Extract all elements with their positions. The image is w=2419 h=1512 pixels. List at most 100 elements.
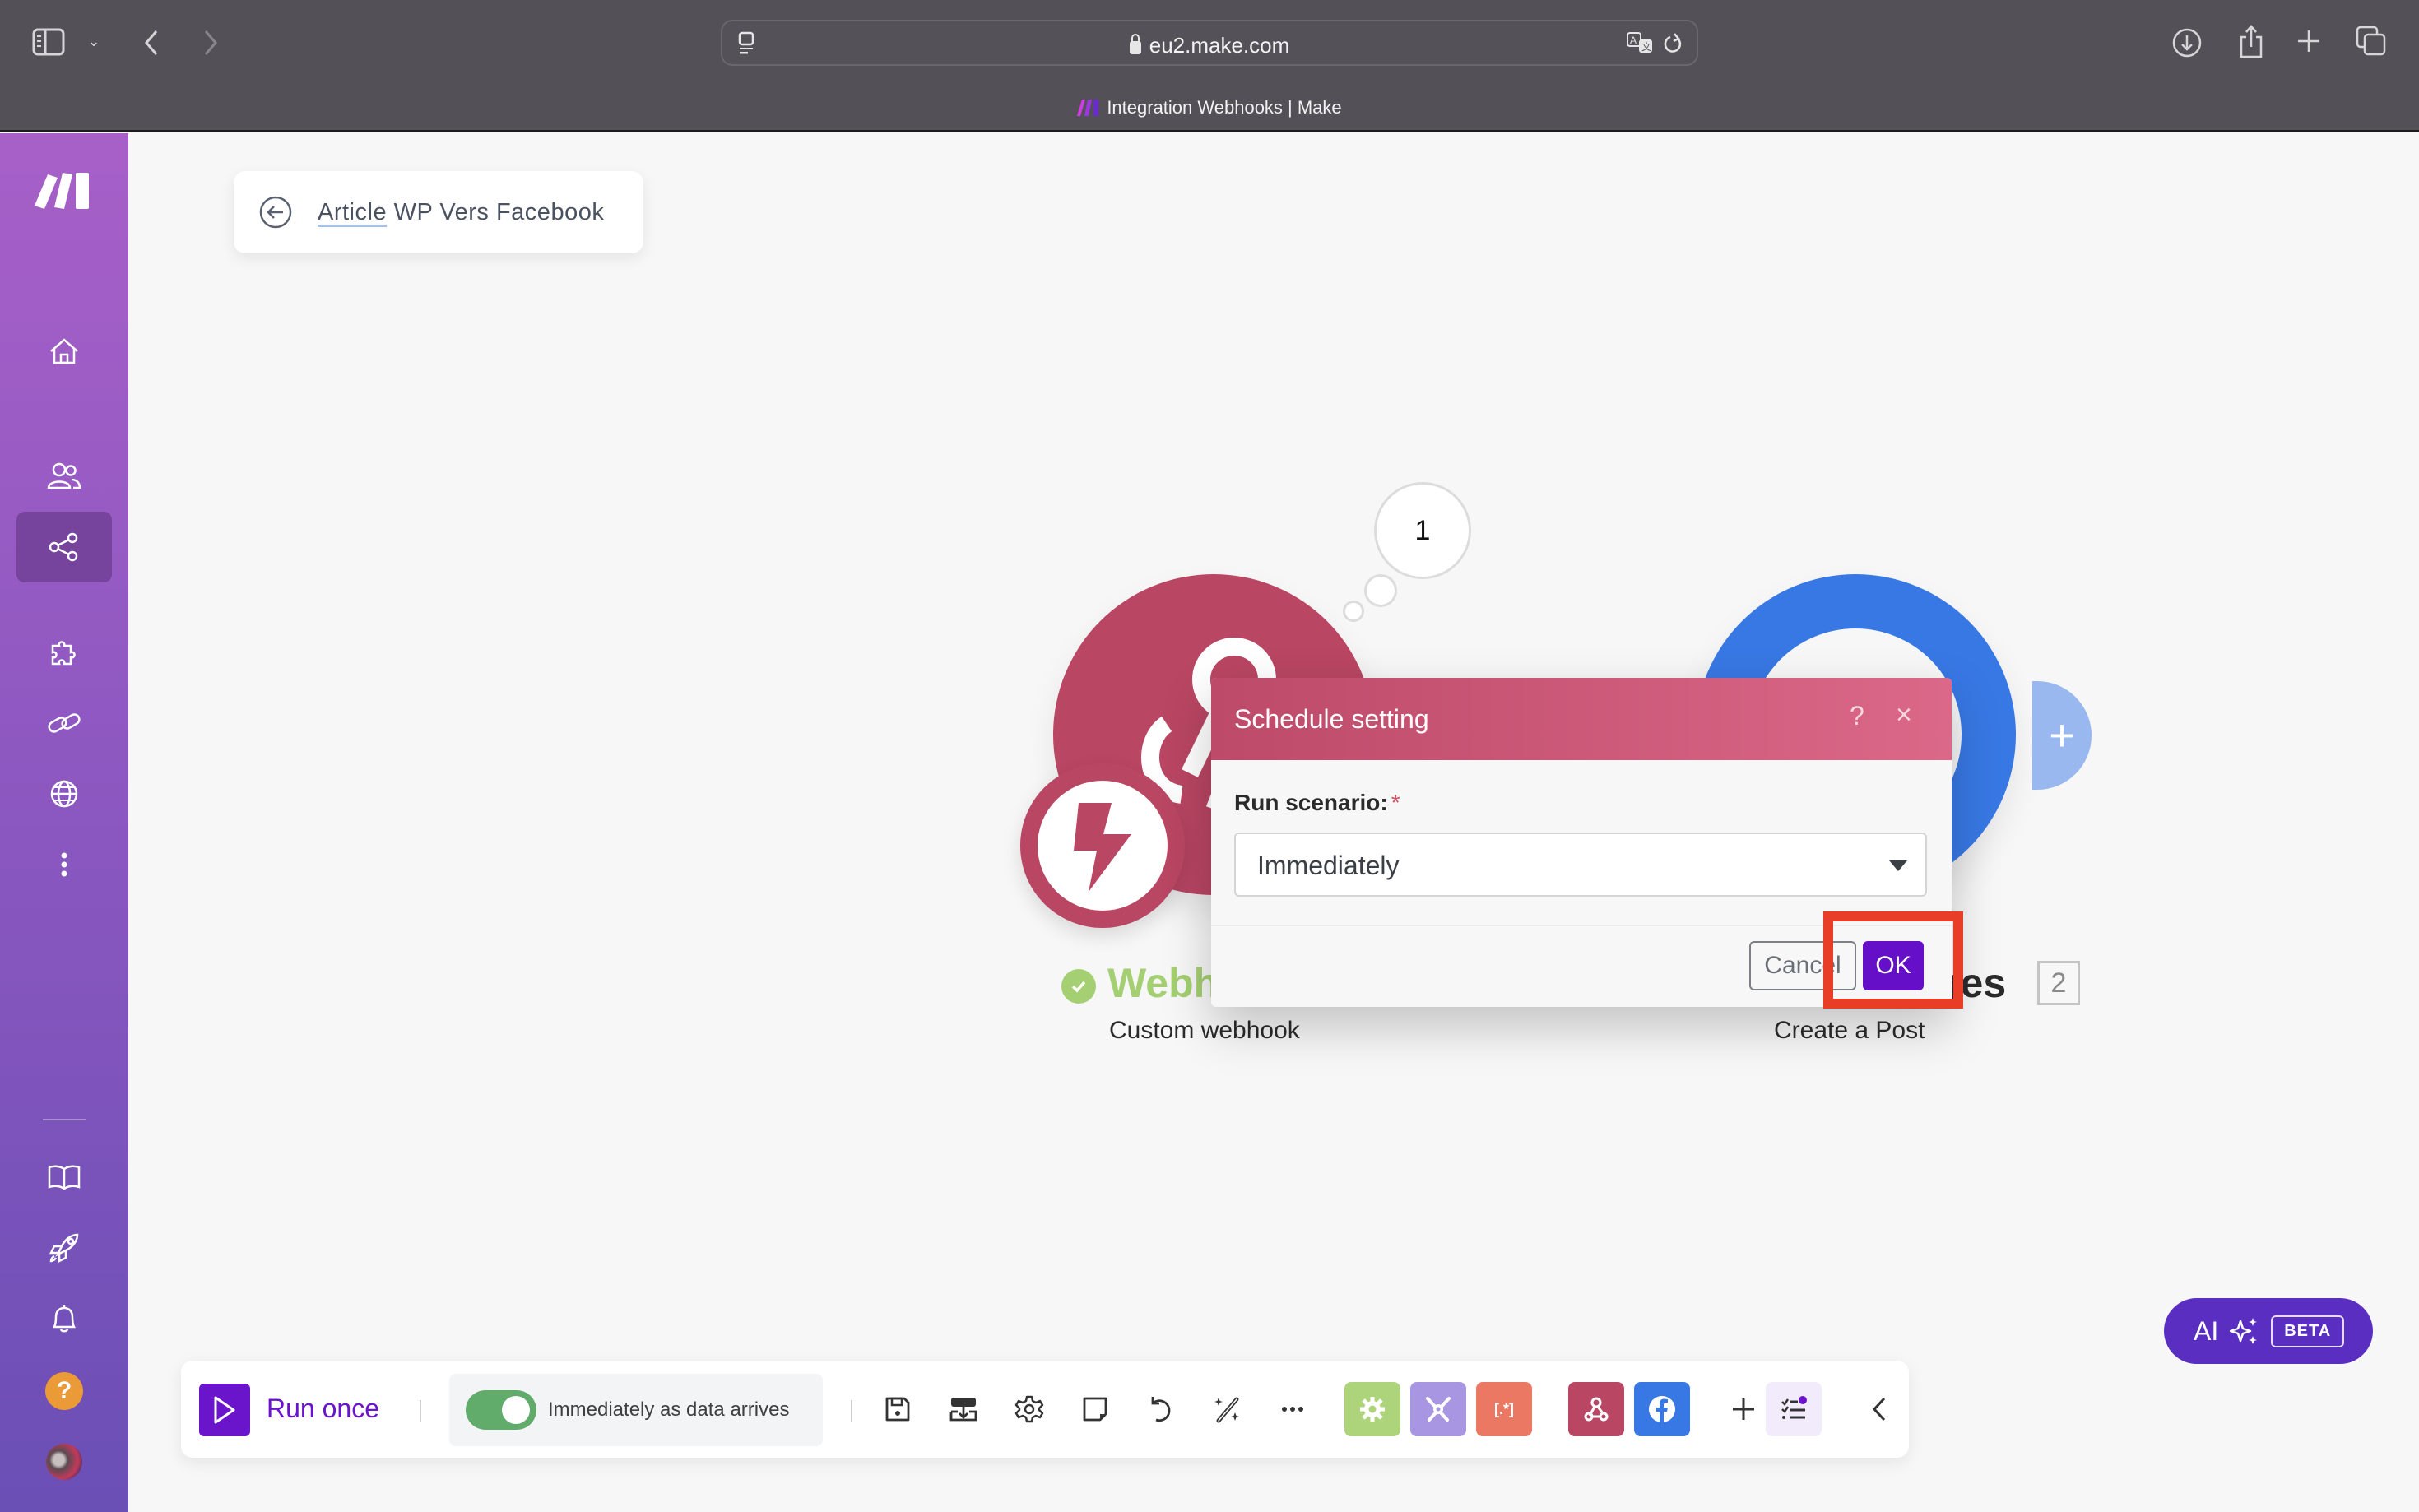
settings-icon[interactable] — [1009, 1389, 1050, 1430]
sidebar-item-more[interactable] — [16, 829, 112, 900]
toolbar-separator — [851, 1400, 852, 1422]
run-once-button[interactable] — [199, 1384, 250, 1436]
help-icon: ? — [45, 1372, 83, 1410]
import-blueprint-icon[interactable] — [943, 1389, 984, 1430]
webhook-icon — [1584, 1397, 1609, 1422]
back-icon[interactable] — [138, 25, 165, 61]
sidebar-item-webhooks[interactable] — [16, 758, 112, 829]
more-horizontal-icon[interactable] — [1272, 1389, 1313, 1430]
close-icon[interactable]: × — [1896, 699, 1912, 731]
webhooks-app-button[interactable] — [1568, 1382, 1624, 1436]
sidebar-item-whats-new[interactable] — [16, 1213, 112, 1283]
run-scenario-select[interactable]: Immediately — [1234, 833, 1927, 897]
new-tab-icon[interactable] — [2292, 25, 2325, 58]
sidebar-item-team[interactable] — [16, 441, 112, 512]
plus-icon — [1733, 1398, 1754, 1420]
make-favicon-icon — [1077, 100, 1099, 116]
chevron-down-icon[interactable]: ⌄ — [86, 33, 102, 49]
facebook-pages-app-button[interactable] — [1634, 1382, 1690, 1436]
annotation-highlight — [1823, 911, 1963, 1009]
globe-icon — [50, 780, 78, 808]
home-icon — [50, 338, 78, 364]
notes-icon[interactable] — [1075, 1389, 1116, 1430]
add-module-button[interactable]: + — [2008, 681, 2092, 790]
reload-icon[interactable] — [1660, 30, 1687, 58]
help-icon[interactable]: ? — [1850, 701, 1864, 731]
caret-down-icon — [1889, 860, 1907, 871]
scheduling-toggle[interactable] — [466, 1390, 536, 1430]
ai-label: AI — [2194, 1315, 2219, 1346]
share-nodes-icon — [49, 532, 78, 562]
run-once-label[interactable]: Run once — [267, 1394, 379, 1424]
share-icon[interactable] — [2233, 21, 2269, 61]
facebook-module-subtitle: Create a Post — [1774, 1017, 1925, 1044]
add-app-button[interactable] — [1723, 1389, 1764, 1430]
play-icon — [214, 1396, 235, 1424]
run-scenario-label: Run scenario: * — [1234, 790, 1400, 815]
dialog-header: Schedule setting ? × — [1211, 678, 1952, 760]
active-tab[interactable]: Integration Webhooks | Make — [0, 97, 2419, 118]
address-bar[interactable]: eu2.make.com A文 — [721, 20, 1698, 66]
collapse-toolbar-button[interactable] — [1860, 1389, 1901, 1430]
translate-icon[interactable]: A文 — [1624, 30, 1657, 58]
sidebar-toggle-icon[interactable] — [31, 26, 66, 58]
link-icon — [48, 713, 81, 733]
tab-title-text: Integration Webhooks | Make — [1107, 97, 1342, 118]
schedule-control: Immediately as data arrives — [449, 1374, 823, 1446]
sparkles-icon — [2230, 1318, 2258, 1344]
rocket-icon — [49, 1233, 79, 1264]
sidebar-item-profile[interactable] — [16, 1426, 112, 1497]
tabs-overview-icon[interactable] — [2353, 23, 2389, 59]
checklist-button[interactable] — [1766, 1382, 1822, 1436]
download-icon[interactable] — [2169, 25, 2205, 61]
sidebar-divider — [43, 1119, 86, 1120]
operations-count-bubble[interactable]: 1 — [1374, 482, 1471, 579]
facebook-icon — [1649, 1396, 1675, 1422]
auto-align-icon[interactable] — [1206, 1389, 1247, 1430]
puzzle-icon — [51, 641, 76, 666]
avatar — [46, 1444, 82, 1480]
save-icon[interactable] — [877, 1389, 918, 1430]
webhooks-module-title: Webh — [1107, 960, 1219, 1006]
svg-text:A: A — [1630, 35, 1637, 46]
bubble-tail-medium — [1364, 574, 1397, 607]
forward-icon[interactable] — [197, 25, 224, 61]
url-text: eu2.make.com — [1149, 33, 1290, 58]
scenario-breadcrumb: Article WP Vers Facebook — [234, 171, 643, 253]
lightning-icon — [1074, 803, 1131, 892]
sidebar: ? — [0, 133, 128, 1512]
sidebar-item-scenarios[interactable] — [16, 512, 112, 582]
flow-control-app-button[interactable] — [1410, 1382, 1466, 1436]
schedule-label[interactable]: Immediately as data arrives — [548, 1398, 789, 1422]
select-value: Immediately — [1257, 851, 1400, 880]
arrow-left-circle-icon[interactable] — [258, 195, 293, 230]
wrench-icon — [1426, 1397, 1451, 1422]
text-parser-app-button[interactable]: [.*] — [1476, 1382, 1532, 1436]
browser-toolbar: ⌄ eu2.make.com A文 Integration Webhooks |… — [0, 0, 2419, 132]
module-number-badge: 2 — [2037, 961, 2080, 1005]
sidebar-item-notifications[interactable] — [16, 1283, 112, 1354]
bubble-tail-small — [1343, 601, 1364, 622]
scenario-toolbar: Run once Immediately as data arrives [.*… — [181, 1361, 1909, 1458]
status-ok-icon — [1061, 969, 1096, 1004]
webhooks-module-subtitle: Custom webhook — [1109, 1017, 1300, 1044]
scenario-title[interactable]: Article WP Vers Facebook — [318, 199, 604, 226]
toolbar-separator — [420, 1400, 421, 1422]
sidebar-item-help[interactable]: ? — [16, 1356, 112, 1426]
users-icon — [47, 462, 81, 489]
book-icon — [48, 1165, 81, 1190]
chevron-left-icon — [1872, 1397, 1886, 1422]
make-logo[interactable] — [35, 171, 95, 212]
sidebar-item-connections[interactable] — [16, 688, 112, 758]
dialog-title: Schedule setting — [1234, 704, 1429, 734]
instant-trigger-badge — [1020, 763, 1185, 928]
sidebar-item-home[interactable] — [16, 316, 112, 387]
more-vertical-icon — [61, 852, 67, 877]
bell-icon — [52, 1305, 77, 1333]
sidebar-item-templates[interactable] — [16, 617, 112, 688]
undo-icon[interactable] — [1140, 1389, 1182, 1430]
sidebar-item-docs[interactable] — [16, 1142, 112, 1213]
lock-icon — [1129, 34, 1141, 54]
tools-app-button[interactable] — [1344, 1382, 1400, 1436]
ai-assistant-button[interactable]: AI BETA — [2164, 1298, 2373, 1364]
